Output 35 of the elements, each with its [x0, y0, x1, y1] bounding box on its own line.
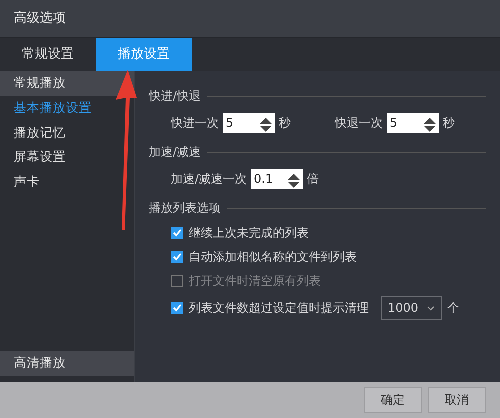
checkbox-label: 打开文件时清空原有列表: [189, 273, 321, 290]
sidebar-item[interactable]: 屏幕设置: [0, 145, 134, 170]
field-label: 快进一次: [171, 115, 219, 132]
spinner-arrows-icon[interactable]: [421, 113, 439, 133]
unit-label: 个: [448, 300, 460, 317]
checkbox[interactable]: [171, 251, 183, 263]
field-label: 快退一次: [335, 115, 383, 132]
number-field[interactable]: 0.1: [251, 169, 286, 189]
checkbox-label: 列表文件数超过设定值时提示清理: [189, 300, 369, 317]
checkbox-label: 继续上次未完成的列表: [189, 225, 309, 242]
sidebar-item[interactable]: 声卡: [0, 170, 134, 195]
window-title: 高级选项: [14, 10, 66, 28]
unit-label: 倍: [307, 171, 320, 188]
spinner-arrows-icon[interactable]: [285, 169, 304, 189]
section-title: 播放列表选项: [149, 200, 221, 217]
number-field[interactable]: 5: [387, 113, 421, 133]
chevron-down-icon: [426, 306, 435, 310]
dropdown[interactable]: 1000: [381, 296, 442, 320]
dialog-button[interactable]: 取消: [428, 387, 486, 413]
checkbox[interactable]: [171, 227, 183, 239]
number-field[interactable]: 5: [223, 113, 257, 133]
checkbox[interactable]: [171, 302, 183, 314]
spinner-arrows-icon[interactable]: [257, 113, 275, 133]
sidebar-group[interactable]: 高清播放: [0, 351, 134, 376]
unit-label: 秒: [443, 115, 455, 132]
field-label: 加速/减速一次: [171, 171, 248, 188]
tab[interactable]: 常规设置: [0, 38, 96, 71]
dialog-button[interactable]: 确定: [364, 387, 422, 413]
unit-label: 秒: [279, 115, 291, 132]
sidebar-item[interactable]: 基本播放设置: [0, 96, 134, 120]
sidebar-item[interactable]: 播放记忆: [0, 120, 134, 146]
sidebar-group[interactable]: 常规播放: [0, 71, 134, 96]
section-title: 加速/减速: [149, 144, 202, 161]
section-title: 快进/快退: [149, 88, 202, 105]
checkbox-label: 自动添加相似名称的文件到列表: [189, 249, 357, 266]
